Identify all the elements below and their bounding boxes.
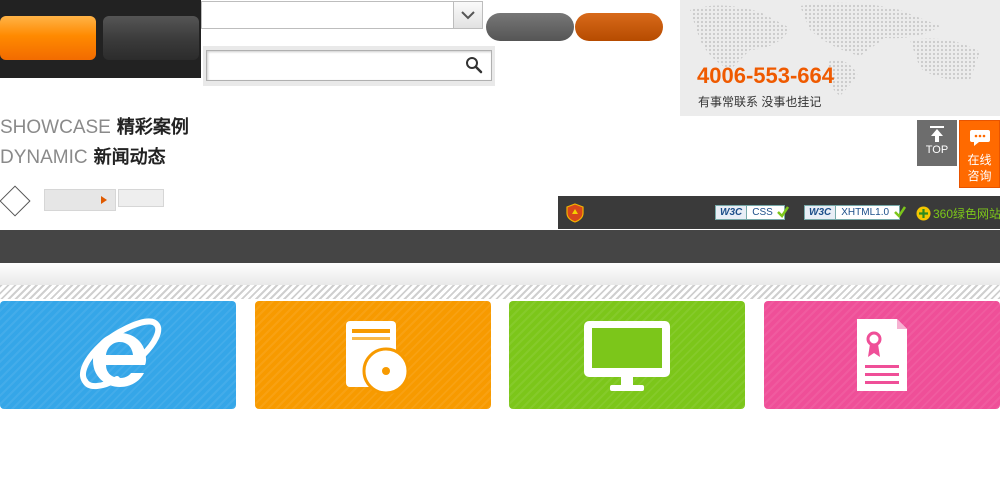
consult-label-1: 在线 <box>967 153 992 167</box>
check-icon <box>777 206 789 218</box>
showcase-heading[interactable]: SHOWCASE 精彩案例 <box>0 113 189 139</box>
category-select[interactable] <box>201 1 483 29</box>
w3c-logo: W3C <box>716 206 748 219</box>
chat-bubble-icon <box>969 130 990 146</box>
dynamic-heading[interactable]: DYNAMIC 新闻动态 <box>0 143 166 169</box>
check-icon <box>894 206 906 218</box>
monitor-icon <box>584 321 670 391</box>
ie-browser-icon <box>80 318 162 389</box>
w3c-logo: W3C <box>805 206 837 219</box>
shield-icon <box>566 203 584 223</box>
tab-inactive[interactable] <box>103 16 199 60</box>
xhtml-label: XHTML1.0 <box>841 207 890 218</box>
plus-circle-icon <box>916 206 931 221</box>
caret-right-icon <box>101 196 107 204</box>
certification-bar: W3C CSS W3C XHTML1.0 360绿色网站 <box>558 196 1000 229</box>
certificate-icon <box>857 319 907 391</box>
dynamic-heading-en: DYNAMIC <box>0 147 88 168</box>
w3c-css-badge[interactable]: W3C CSS <box>715 205 785 220</box>
green-site-label: 360绿色网站 <box>933 207 1000 221</box>
striped-divider <box>0 285 1000 299</box>
tile-certificate[interactable] <box>764 301 1000 409</box>
tab-active[interactable] <box>0 16 96 60</box>
w3c-xhtml-badge[interactable]: W3C XHTML1.0 <box>804 205 900 220</box>
gradient-band <box>0 263 1000 285</box>
pill-button-orange[interactable] <box>575 13 663 41</box>
back-to-top-button[interactable]: TOP <box>917 120 957 166</box>
online-consult-button[interactable]: 在线 咨询 <box>959 120 1000 188</box>
contact-tagline: 有事常联系 没事也挂记 <box>698 95 822 109</box>
css-label: CSS <box>752 207 773 218</box>
showcase-heading-en: SHOWCASE <box>0 117 111 138</box>
search-icon[interactable] <box>462 54 486 76</box>
software-disc-icon <box>346 321 408 395</box>
pill-button-gray[interactable] <box>486 13 574 41</box>
green-site-badge[interactable]: 360绿色网站 <box>916 205 1000 222</box>
search-input[interactable] <box>206 50 492 81</box>
tile-web-design[interactable] <box>509 301 745 409</box>
showcase-heading-cn: 精彩案例 <box>116 117 189 137</box>
dynamic-heading-cn: 新闻动态 <box>93 147 166 167</box>
secondary-button[interactable] <box>118 189 164 207</box>
consult-label-2: 咨询 <box>967 169 992 183</box>
more-button[interactable] <box>44 189 116 211</box>
tile-software[interactable] <box>255 301 491 409</box>
top-label: TOP <box>925 144 949 156</box>
diamond-icon[interactable] <box>0 185 31 217</box>
dark-divider-band <box>0 230 1000 263</box>
tile-ie[interactable] <box>0 301 236 409</box>
chevron-down-icon[interactable] <box>453 2 482 28</box>
arrow-up-icon <box>930 126 944 142</box>
phone-number: 4006-553-664 <box>697 63 835 88</box>
